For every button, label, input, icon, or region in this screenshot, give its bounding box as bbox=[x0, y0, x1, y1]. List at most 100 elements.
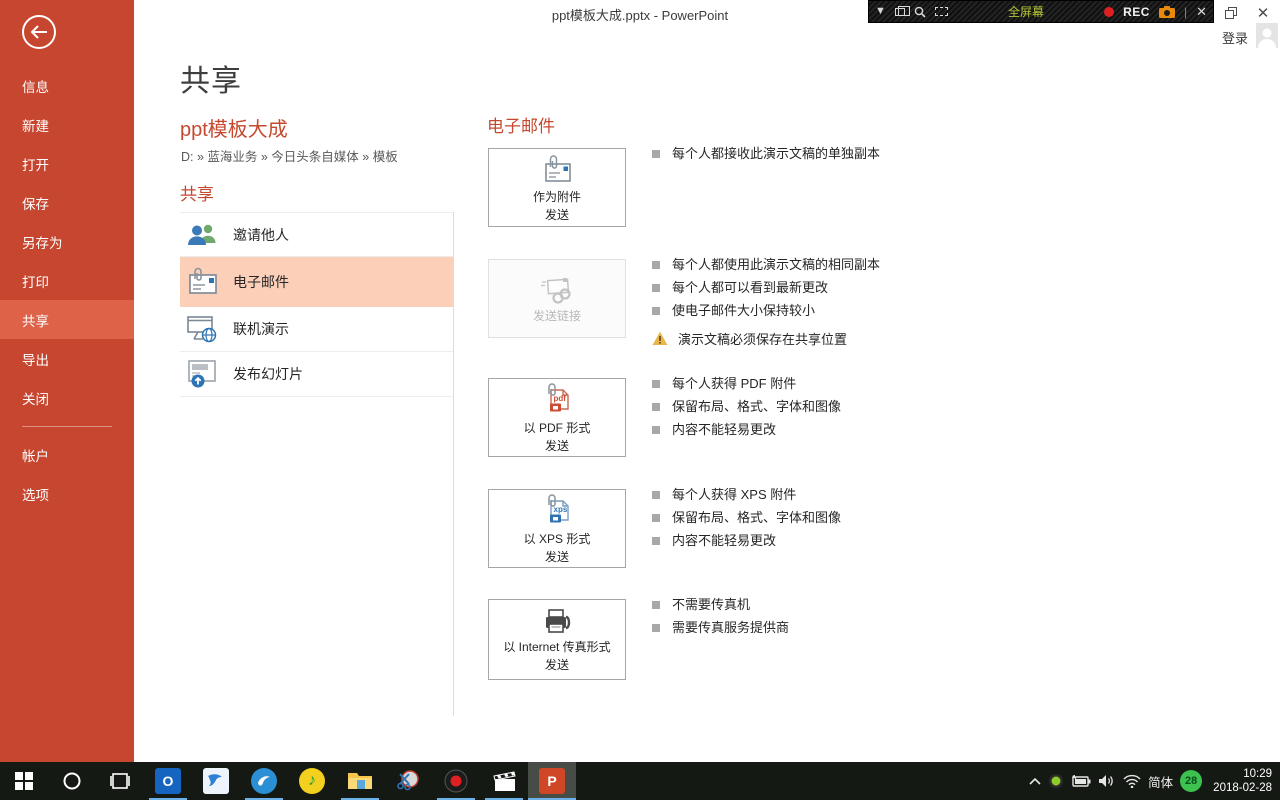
taskbar-app-browser[interactable] bbox=[240, 762, 288, 800]
tray-battery-icon[interactable] bbox=[1071, 774, 1091, 788]
rec-label: REC bbox=[1123, 5, 1150, 19]
bullet-icon bbox=[652, 261, 660, 269]
xps-bullets: 每个人获得 XPS 附件 保留布局、格式、字体和图像 内容不能轻易更改 bbox=[652, 486, 841, 555]
tray-wifi-icon[interactable] bbox=[1123, 774, 1141, 788]
sidebar-item-print[interactable]: 打印 bbox=[0, 261, 134, 300]
svg-text:xps: xps bbox=[554, 505, 568, 514]
backstage-sidebar: 信息 新建 打开 保存 另存为 打印 共享 导出 关闭 帐户 选项 bbox=[0, 0, 134, 762]
bullet-icon bbox=[652, 426, 660, 434]
send-link-icon bbox=[537, 274, 577, 306]
publish-slides-icon bbox=[185, 359, 219, 389]
share-option-publish-slides[interactable]: 发布幻灯片 bbox=[180, 352, 453, 397]
browser-icon bbox=[251, 768, 277, 794]
window-restore-button[interactable] bbox=[1216, 0, 1246, 26]
page-title: 共享 bbox=[180, 56, 242, 100]
tray-time: 10:29 bbox=[1213, 767, 1272, 781]
share-option-invite-people[interactable]: 邀请他人 bbox=[180, 212, 453, 257]
taskbar-app-thunder[interactable] bbox=[192, 762, 240, 800]
xps-file-icon: xps bbox=[537, 493, 577, 529]
task-view-button[interactable] bbox=[96, 762, 144, 800]
sign-in-link[interactable]: 登录 bbox=[1222, 28, 1248, 47]
document-title: ppt模板大成 bbox=[180, 113, 288, 142]
powerpoint-backstage-window: ppt模板大成.pptx - PowerPoint ▼ 全屏幕 REC | ✕ … bbox=[0, 0, 1280, 800]
user-avatar[interactable] bbox=[1256, 23, 1278, 48]
share-options-list: 邀请他人 电子邮件 联机演示 发布幻灯片 bbox=[180, 212, 453, 397]
bullet-icon bbox=[652, 380, 660, 388]
taskbar-app-outlook[interactable]: O bbox=[144, 762, 192, 800]
email-row-fax: 以 Internet 传真形式 发送 不需要传真机 需要传真服务提供商 bbox=[488, 599, 1188, 680]
cortana-search-button[interactable] bbox=[48, 762, 96, 800]
fax-icon bbox=[537, 607, 577, 637]
tray-clock[interactable]: 10:29 2018-02-28 bbox=[1209, 767, 1272, 795]
send-as-xps-button[interactable]: xps 以 XPS 形式 发送 bbox=[488, 489, 626, 568]
system-tray: 简体 28 10:29 2018-02-28 bbox=[1029, 762, 1280, 800]
sidebar-item-export[interactable]: 导出 bbox=[0, 339, 134, 378]
share-option-email[interactable]: 电子邮件 bbox=[180, 257, 453, 307]
share-section-title: 共享 bbox=[180, 180, 214, 205]
taskbar-app-qq-music[interactable]: ♪ bbox=[288, 762, 336, 800]
send-link-button: 发送链接 bbox=[488, 259, 626, 338]
bullet-icon bbox=[652, 491, 660, 499]
warning-icon bbox=[652, 331, 668, 346]
recorder-close-icon[interactable]: ✕ bbox=[1196, 5, 1207, 18]
tray-app-status-icon[interactable] bbox=[1048, 773, 1064, 789]
screen-recorder-toolbar: ▼ 全屏幕 REC | ✕ bbox=[868, 0, 1214, 23]
email-row-attachment: 作为附件 发送 每个人都接收此演示文稿的单独副本 bbox=[488, 148, 1188, 227]
sidebar-item-close[interactable]: 关闭 bbox=[0, 378, 134, 417]
sidebar-divider bbox=[22, 426, 112, 427]
tray-ime-indicator[interactable]: 简体 bbox=[1148, 772, 1173, 791]
recorder-separator: | bbox=[1184, 5, 1187, 19]
recorder-app-icon bbox=[444, 769, 468, 793]
panel-divider bbox=[453, 212, 454, 716]
sidebar-item-save[interactable]: 保存 bbox=[0, 183, 134, 222]
back-button[interactable] bbox=[22, 15, 56, 49]
attachment-envelope-icon bbox=[537, 153, 577, 187]
share-option-present-online[interactable]: 联机演示 bbox=[180, 307, 453, 352]
bullet-icon bbox=[652, 307, 660, 315]
send-as-internet-fax-button[interactable]: 以 Internet 传真形式 发送 bbox=[488, 599, 626, 680]
sidebar-item-share[interactable]: 共享 bbox=[0, 300, 134, 339]
taskbar-app-screenshot-tool[interactable] bbox=[384, 762, 432, 800]
bullet-icon bbox=[652, 150, 660, 158]
tray-volume-icon[interactable] bbox=[1098, 774, 1116, 788]
bullet-icon bbox=[652, 284, 660, 292]
recorder-dropdown-icon[interactable]: ▼ bbox=[875, 6, 886, 17]
taskbar-app-recorder[interactable] bbox=[432, 762, 480, 800]
sidebar-item-new[interactable]: 新建 bbox=[0, 105, 134, 144]
thunder-icon bbox=[203, 768, 229, 794]
document-path: D: » 蓝海业务 » 今日头条自媒体 » 模板 bbox=[181, 146, 398, 165]
backstage-menu: 信息 新建 打开 保存 另存为 打印 共享 导出 关闭 帐户 选项 bbox=[0, 66, 134, 513]
fax-bullets: 不需要传真机 需要传真服务提供商 bbox=[652, 596, 789, 642]
bullet-icon bbox=[652, 624, 660, 632]
sidebar-item-info[interactable]: 信息 bbox=[0, 66, 134, 105]
sidebar-item-options[interactable]: 选项 bbox=[0, 474, 134, 513]
bullet-icon bbox=[652, 514, 660, 522]
taskbar-app-movie-maker[interactable] bbox=[480, 762, 528, 800]
svg-text:pdf: pdf bbox=[554, 394, 567, 403]
present-online-icon bbox=[185, 314, 219, 344]
sidebar-item-open[interactable]: 打开 bbox=[0, 144, 134, 183]
send-as-attachment-button[interactable]: 作为附件 发送 bbox=[488, 148, 626, 227]
windows-logo-icon bbox=[15, 772, 33, 790]
recorder-window-mode-icon[interactable] bbox=[895, 8, 905, 16]
taskbar-app-powerpoint[interactable]: P bbox=[528, 762, 576, 800]
recorder-camera-icon[interactable] bbox=[1159, 6, 1175, 18]
file-explorer-icon bbox=[347, 770, 373, 792]
shared-location-warning: 演示文稿必须保存在共享位置 bbox=[652, 331, 880, 348]
sidebar-item-account[interactable]: 帐户 bbox=[0, 435, 134, 474]
taskbar-app-file-explorer[interactable] bbox=[336, 762, 384, 800]
cortana-icon bbox=[62, 771, 82, 791]
send-as-pdf-button[interactable]: pdf 以 PDF 形式 发送 bbox=[488, 378, 626, 457]
tray-temperature-badge[interactable]: 28 bbox=[1180, 770, 1202, 792]
recorder-region-select-icon[interactable] bbox=[935, 7, 948, 16]
recorder-fullscreen-label[interactable]: 全屏幕 bbox=[957, 3, 1095, 20]
recorder-zoom-icon[interactable] bbox=[914, 6, 926, 18]
email-row-xps: xps 以 XPS 形式 发送 每个人获得 XPS 附件 保留布局、格式、字体和… bbox=[488, 489, 1188, 568]
tray-chevron-up-icon[interactable] bbox=[1029, 777, 1041, 785]
bullet-icon bbox=[652, 537, 660, 545]
powerpoint-icon: P bbox=[539, 768, 565, 794]
start-button[interactable] bbox=[0, 762, 48, 800]
clapperboard-icon bbox=[492, 770, 516, 792]
bullet-icon bbox=[652, 403, 660, 411]
sidebar-item-save-as[interactable]: 另存为 bbox=[0, 222, 134, 261]
